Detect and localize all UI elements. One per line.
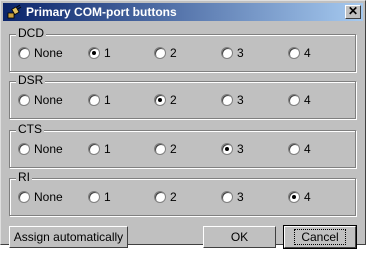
radio-circle[interactable]: [18, 47, 30, 59]
radio-label: None: [34, 93, 63, 107]
group-cts: CTS None 1 2 3 4: [9, 122, 356, 168]
title-bar[interactable]: Primary COM-port buttons ✕: [3, 3, 363, 21]
radio-label: 2: [170, 93, 177, 107]
radio-label: 1: [104, 190, 111, 204]
radio-circle[interactable]: [221, 94, 233, 106]
radio-circle[interactable]: [288, 191, 300, 203]
radio-label: 1: [104, 46, 111, 60]
group-label: CTS: [16, 122, 44, 136]
group-label: RI: [16, 170, 32, 184]
assign-automatically-button[interactable]: Assign automatically: [9, 226, 128, 248]
radio-circle[interactable]: [154, 47, 166, 59]
close-button[interactable]: ✕: [345, 4, 361, 19]
radio-cts-1[interactable]: 1: [88, 142, 111, 156]
cancel-button[interactable]: Cancel: [283, 225, 357, 249]
radio-circle[interactable]: [18, 143, 30, 155]
radio-circle[interactable]: [288, 47, 300, 59]
radio-label: 2: [170, 46, 177, 60]
radio-circle[interactable]: [221, 47, 233, 59]
group-ri: RI None 1 2 3 4: [9, 170, 356, 216]
radio-label: 1: [104, 142, 111, 156]
assign-automatically-label: Assign automatically: [13, 230, 124, 244]
radio-label: 3: [237, 46, 244, 60]
radio-label: 4: [304, 142, 311, 156]
radio-circle[interactable]: [88, 47, 100, 59]
radio-label: 3: [237, 142, 244, 156]
cancel-label: Cancel: [294, 229, 346, 245]
group-label: DSR: [16, 73, 46, 87]
radio-circle[interactable]: [221, 191, 233, 203]
radio-label: 2: [170, 142, 177, 156]
radio-circle[interactable]: [18, 191, 30, 203]
radio-label: 3: [237, 190, 244, 204]
radio-dsr-3[interactable]: 3: [221, 93, 244, 107]
radio-circle[interactable]: [288, 143, 300, 155]
dialog-window: Primary COM-port buttons ✕ DCD None 1 2 3 4 DS…: [0, 0, 366, 249]
radio-circle[interactable]: [88, 143, 100, 155]
radio-ri-2[interactable]: 2: [154, 190, 177, 204]
ok-label: OK: [230, 230, 249, 244]
radio-label: 3: [237, 93, 244, 107]
radio-circle[interactable]: [88, 94, 100, 106]
radio-cts-3[interactable]: 3: [221, 142, 244, 156]
close-icon: ✕: [347, 4, 359, 18]
radio-dcd-1[interactable]: 1: [88, 46, 111, 60]
radio-ri-none[interactable]: None: [18, 190, 63, 204]
radio-label: 4: [304, 93, 311, 107]
radio-circle[interactable]: [154, 191, 166, 203]
radio-ri-4[interactable]: 4: [288, 190, 311, 204]
radio-ri-1[interactable]: 1: [88, 190, 111, 204]
group-dsr: DSR None 1 2 3 4: [9, 73, 356, 119]
radio-dsr-1[interactable]: 1: [88, 93, 111, 107]
group-dcd: DCD None 1 2 3 4: [9, 26, 356, 72]
radio-circle[interactable]: [288, 94, 300, 106]
radio-dcd-4[interactable]: 4: [288, 46, 311, 60]
radio-label: 1: [104, 93, 111, 107]
radio-circle[interactable]: [221, 143, 233, 155]
radio-cts-2[interactable]: 2: [154, 142, 177, 156]
radio-circle[interactable]: [18, 94, 30, 106]
group-label: DCD: [16, 26, 46, 40]
radio-dsr-none[interactable]: None: [18, 93, 63, 107]
radio-cts-none[interactable]: None: [18, 142, 63, 156]
radio-circle[interactable]: [88, 191, 100, 203]
radio-circle[interactable]: [154, 94, 166, 106]
radio-label: 4: [304, 46, 311, 60]
radio-dcd-3[interactable]: 3: [221, 46, 244, 60]
window-title: Primary COM-port buttons: [26, 5, 177, 19]
radio-label: 2: [170, 190, 177, 204]
radio-cts-4[interactable]: 4: [288, 142, 311, 156]
radio-label: None: [34, 46, 63, 60]
plug-connector-icon: [6, 4, 22, 20]
radio-circle[interactable]: [154, 143, 166, 155]
radio-dcd-2[interactable]: 2: [154, 46, 177, 60]
radio-label: None: [34, 190, 63, 204]
radio-label: 4: [304, 190, 311, 204]
ok-button[interactable]: OK: [203, 226, 276, 248]
radio-dcd-none[interactable]: None: [18, 46, 63, 60]
radio-dsr-4[interactable]: 4: [288, 93, 311, 107]
radio-dsr-2[interactable]: 2: [154, 93, 177, 107]
radio-label: None: [34, 142, 63, 156]
radio-ri-3[interactable]: 3: [221, 190, 244, 204]
